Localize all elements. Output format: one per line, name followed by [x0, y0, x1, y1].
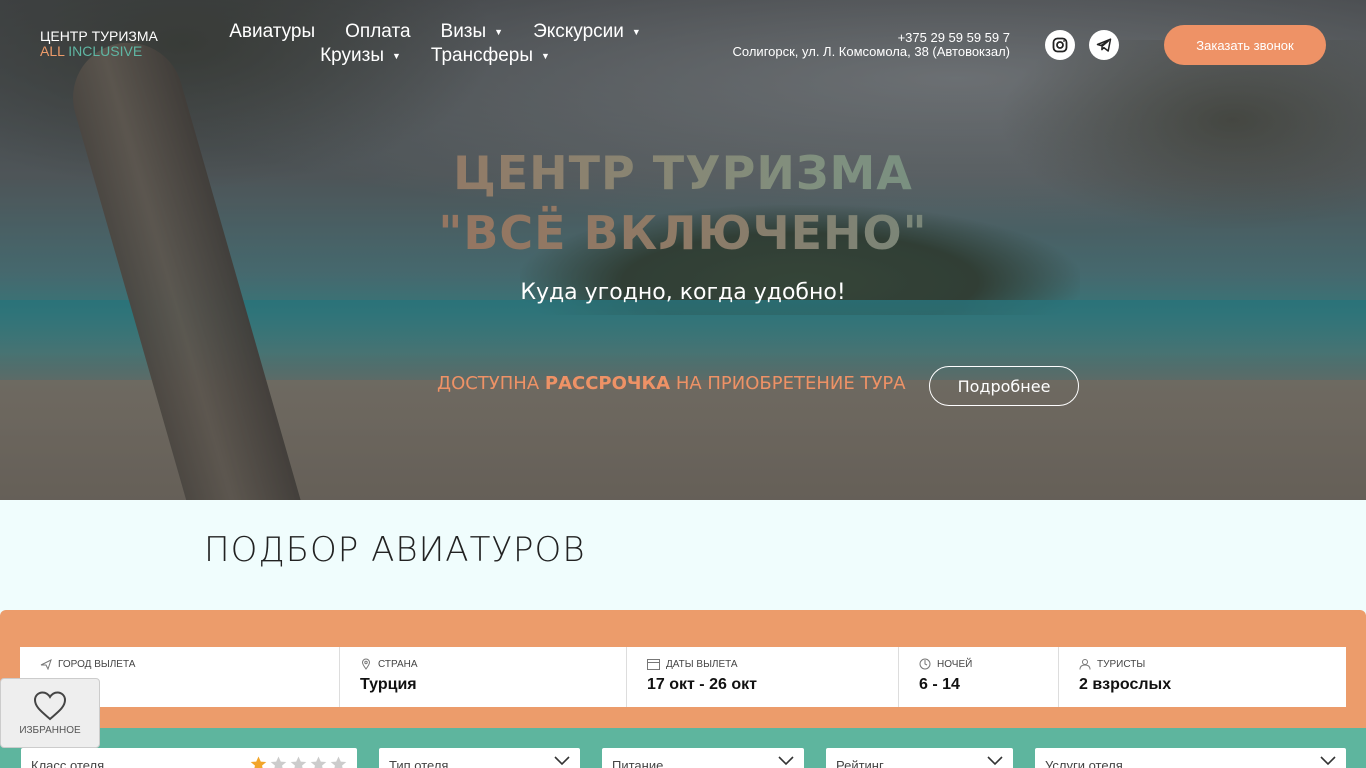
favorites-label: ИЗБРАННОЕ	[19, 724, 81, 736]
caret-down-icon: ▼	[541, 51, 550, 62]
nav-item-kruizy-label: Круизы	[320, 45, 384, 67]
plane-icon	[40, 659, 52, 670]
nights-value: 6 - 14	[919, 676, 960, 693]
star-icon[interactable]	[330, 756, 347, 768]
nav-item-transfery[interactable]: Трансферы ▼	[431, 44, 550, 68]
hero-subtitle: Куда угодно, когда удобно!	[520, 280, 846, 305]
nights-label: НОЧЕЙ	[919, 658, 1038, 670]
logo-inclusive: INCLUSIVE	[68, 43, 143, 59]
instagram-icon[interactable]	[1045, 30, 1075, 60]
star-icon[interactable]	[290, 756, 307, 768]
telegram-icon[interactable]	[1089, 30, 1119, 60]
country-field[interactable]: СТРАНА Турция	[340, 647, 627, 707]
search-fields: ГОРОД ВЫЛЕТА СТРАНА Турция ДАТЫ ВЫЛЕТА 1…	[20, 647, 1346, 707]
installment-banner: ДОСТУПНА РАССРОЧКА НА ПРИОБРЕТЕНИЕ ТУРА	[437, 373, 906, 394]
chevron-down-icon	[554, 756, 570, 766]
tourists-field[interactable]: ТУРИСТЫ 2 взрослых	[1059, 647, 1346, 707]
chevron-down-icon	[778, 756, 794, 766]
dates-label-text: ДАТЫ ВЫЛЕТА	[666, 658, 738, 670]
installment-pre: ДОСТУПНА	[437, 373, 545, 394]
more-button[interactable]: Подробнее	[929, 366, 1079, 406]
nav-item-ekskursii[interactable]: Экскурсии ▼	[533, 20, 641, 44]
section-title: ПОДБОР АВИАТУРОВ	[204, 530, 586, 570]
nav-item-vizy-label: Визы	[440, 21, 487, 43]
country-label: СТРАНА	[360, 658, 606, 670]
main-nav: Авиатуры Оплата Визы ▼ Экскурсии ▼ Круизы ▼…	[210, 20, 660, 68]
hotel-type-label: Тип отеля	[389, 758, 449, 768]
address-text: Солигорск, ул. Л. Комсомола, 38 (Автовок…	[732, 44, 1010, 59]
heart-icon	[33, 690, 67, 720]
hotel-services-filter[interactable]: Услуги отеля	[1035, 748, 1346, 768]
country-value: Турция	[360, 676, 417, 693]
logo-all: ALL	[40, 43, 65, 59]
site-logo[interactable]: ЦЕНТР ТУРИЗМА ALL INCLUSIVE	[40, 29, 158, 59]
star-icon[interactable]	[270, 756, 287, 768]
departure-city-label: ГОРОД ВЫЛЕТА	[40, 658, 319, 670]
dates-label: ДАТЫ ВЫЛЕТА	[647, 658, 878, 670]
installment-post: НА ПРИОБРЕТЕНИЕ ТУРА	[670, 373, 906, 394]
contacts: +375 29 59 59 59 7 Солигорск, ул. Л. Ком…	[733, 31, 1010, 59]
caret-down-icon: ▼	[494, 27, 504, 37]
installment-bold: РАССРОЧКА	[544, 373, 671, 394]
country-label-text: СТРАНА	[378, 658, 418, 670]
star-icon-filled[interactable]	[250, 756, 267, 768]
meal-label: Питание	[612, 758, 664, 768]
hotel-class-filter[interactable]: Класс отеля	[21, 748, 357, 768]
dates-field[interactable]: ДАТЫ ВЫЛЕТА 17 окт - 26 окт	[627, 647, 899, 707]
calendar-icon	[647, 659, 660, 670]
hero-title-line1: ЦЕНТР ТУРИЗМА	[0, 143, 1366, 203]
rating-label: Рейтинг	[836, 758, 884, 768]
location-pin-icon	[361, 658, 371, 670]
user-icon	[1079, 659, 1091, 670]
favorites-widget[interactable]: ИЗБРАННОЕ	[0, 678, 100, 748]
order-call-button[interactable]: Заказать звонок	[1164, 25, 1326, 65]
hero-title-line2: "ВСЁ ВКЛЮЧЕНО"	[0, 203, 1366, 263]
hotel-services-label: Услуги отеля	[1045, 758, 1123, 768]
departure-city-label-text: ГОРОД ВЫЛЕТА	[58, 658, 136, 670]
nav-item-transfery-label: Трансферы	[430, 45, 533, 67]
nav-item-oplata[interactable]: Оплата	[345, 20, 410, 44]
caret-down-icon: ▼	[631, 27, 641, 37]
tourists-label-text: ТУРИСТЫ	[1097, 658, 1146, 670]
hotel-type-filter[interactable]: Тип отеля	[379, 748, 580, 768]
dates-value: 17 окт - 26 окт	[647, 676, 757, 693]
chevron-down-icon	[987, 756, 1003, 766]
nav-item-vizy[interactable]: Визы ▼	[441, 20, 504, 44]
hero-title: ЦЕНТР ТУРИЗМА "ВСЁ ВКЛЮЧЕНО"	[0, 143, 1366, 263]
nights-field[interactable]: НОЧЕЙ 6 - 14	[899, 647, 1059, 707]
nav-item-ekskursii-label: Экскурсии	[533, 21, 624, 43]
nav-item-kruizy[interactable]: Круизы ▼	[320, 44, 401, 68]
hotel-class-stars	[250, 756, 347, 768]
filters-row: Класс отеля Тип отеля Питание Рейтинг Ус…	[0, 748, 1366, 768]
caret-down-icon: ▼	[391, 51, 401, 62]
meal-filter[interactable]: Питание	[602, 748, 804, 768]
nav-item-aviatury[interactable]: Авиатуры	[229, 20, 315, 44]
phone-link[interactable]: +375 29 59 59 59 7	[733, 31, 1010, 45]
social-links	[1045, 30, 1119, 60]
logo-line1: ЦЕНТР ТУРИЗМА	[40, 28, 158, 44]
chevron-down-icon	[1320, 756, 1336, 766]
tourists-value: 2 взрослых	[1079, 676, 1172, 693]
hotel-class-label: Класс отеля	[31, 758, 105, 768]
moon-icon	[919, 658, 931, 670]
star-icon[interactable]	[310, 756, 327, 768]
rating-filter[interactable]: Рейтинг	[826, 748, 1013, 768]
nights-label-text: НОЧЕЙ	[937, 658, 973, 670]
tourists-label: ТУРИСТЫ	[1079, 658, 1326, 670]
